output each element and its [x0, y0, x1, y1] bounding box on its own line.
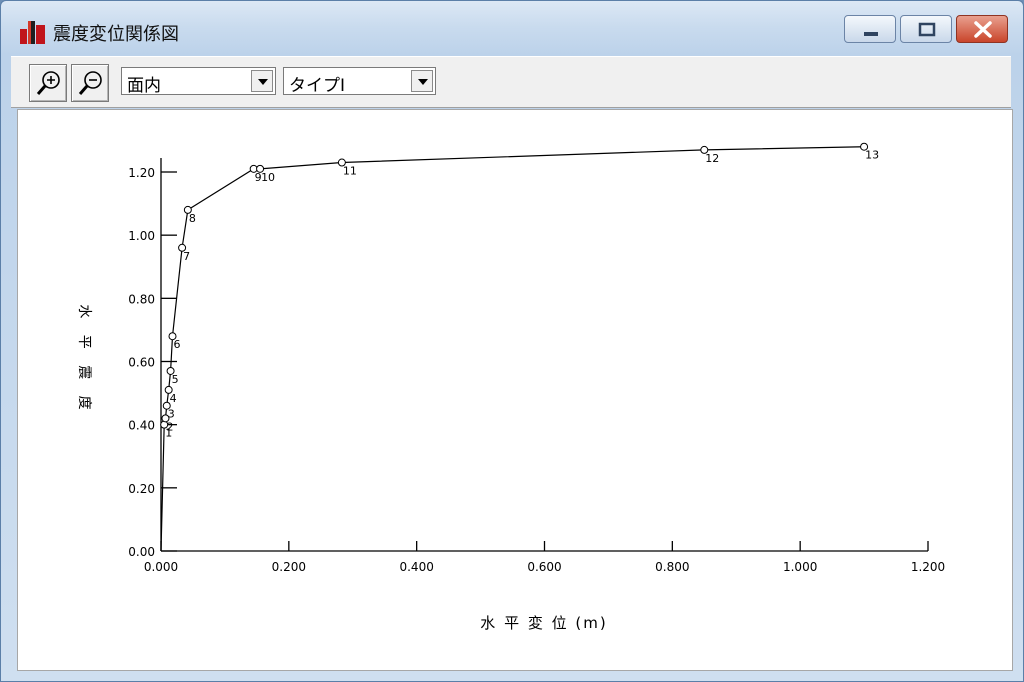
app-window: 震度変位関係図 面内 タイプⅠ 水 平 震 度 水 平 変 位 (m) 0.00… [0, 0, 1024, 682]
y-tick-label: 0.20 [128, 482, 155, 496]
maximize-icon [918, 22, 936, 37]
x-tick-label: 1.000 [783, 560, 817, 574]
x-tick-label: 0.800 [655, 560, 689, 574]
window-title: 震度変位関係図 [53, 24, 179, 45]
data-label: 6 [174, 338, 181, 351]
direction-dropdown-button[interactable] [251, 70, 273, 92]
y-axis-label: 水 平 震 度 [76, 304, 92, 415]
zoom-out-icon [78, 71, 102, 95]
plot-area: 水 平 震 度 水 平 変 位 (m) 0.000 0.200 0.400 0.600… [17, 109, 1013, 671]
data-label: 10 [261, 171, 275, 184]
y-tick-label: 0.80 [128, 292, 155, 306]
type-select[interactable]: タイプⅠ [283, 67, 436, 96]
x-tick-label: 1.200 [911, 560, 945, 574]
x-tick-label: 0.600 [527, 560, 561, 574]
series-line [160, 146, 865, 552]
data-label: 11 [343, 165, 357, 178]
minimize-button[interactable] [844, 15, 896, 43]
x-tick-label: 0.000 [144, 560, 178, 574]
chevron-down-icon [418, 79, 428, 85]
zoom-in-icon [36, 71, 60, 95]
x-tick-label: 0.200 [272, 560, 306, 574]
type-select-value: タイプⅠ [289, 76, 346, 96]
direction-select-value: 面内 [127, 76, 161, 96]
type-dropdown-button[interactable] [411, 70, 433, 92]
data-label: 3 [168, 408, 175, 421]
bar-chart-icon [20, 21, 45, 44]
close-icon [974, 21, 992, 38]
data-label: 2 [166, 420, 173, 433]
zoom-in-button[interactable] [29, 64, 67, 102]
title-bar[interactable]: 震度変位関係図 [1, 1, 1023, 55]
y-tick-label: 0.00 [128, 545, 155, 559]
y-tick-label: 1.20 [128, 166, 155, 180]
chevron-down-icon [258, 79, 268, 85]
data-label: 12 [705, 152, 719, 165]
zoom-out-button[interactable] [71, 64, 109, 102]
y-tick-label: 0.40 [128, 419, 155, 433]
maximize-button[interactable] [900, 15, 952, 43]
seismic-displacement-chart: 水 平 震 度 水 平 変 位 (m) 0.000 0.200 0.400 0.600… [76, 142, 945, 632]
direction-select[interactable]: 面内 [121, 67, 276, 96]
data-label: 7 [183, 250, 190, 263]
data-label: 4 [170, 392, 177, 405]
data-label: 8 [189, 212, 196, 225]
y-tick-label: 0.60 [128, 356, 155, 370]
data-label: 13 [865, 149, 879, 162]
x-axis-label: 水 平 変 位 (m) [480, 614, 607, 632]
data-label: 5 [172, 373, 179, 386]
x-tick-label: 0.400 [399, 560, 433, 574]
minimize-icon [864, 32, 878, 36]
toolbar: 面内 タイプⅠ [11, 56, 1011, 108]
close-button[interactable] [956, 15, 1008, 43]
y-tick-label: 1.00 [128, 229, 155, 243]
